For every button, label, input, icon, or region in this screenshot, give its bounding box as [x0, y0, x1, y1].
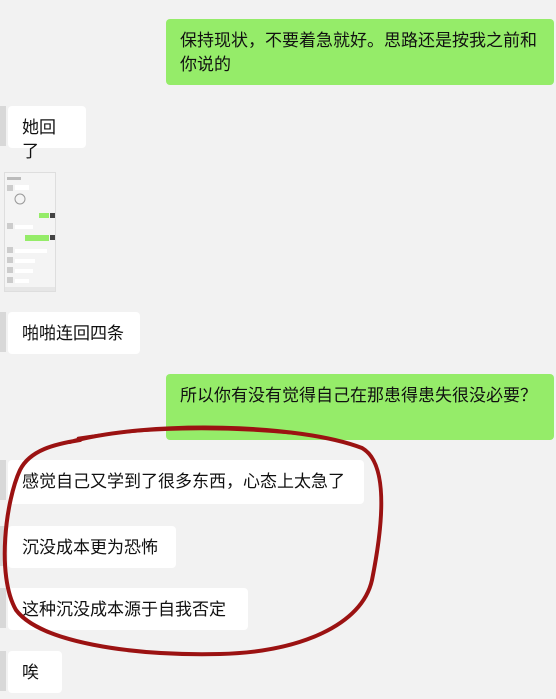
incoming-message-bubble[interactable]: 唉 — [8, 651, 62, 693]
message-text: 唉 — [22, 663, 39, 683]
outgoing-message-bubble[interactable]: 所以你有没有觉得自己在那患得患失很没必要？ — [166, 374, 554, 440]
message-text: 感觉自己又学到了很多东西，心态上太急了 — [22, 472, 345, 492]
message-text: 她回了 — [22, 118, 56, 162]
avatar[interactable] — [0, 460, 6, 500]
avatar[interactable] — [0, 651, 6, 691]
message-text: 沉没成本更为恐怖 — [22, 538, 158, 558]
avatar[interactable] — [0, 588, 6, 628]
chat-area: 保持现状，不要着急就好。思路还是按我之前和你说的 她回了 啪啪连回四条 所以你有… — [0, 0, 556, 699]
message-text: 啪啪连回四条 — [22, 324, 124, 344]
incoming-message-bubble[interactable]: 啪啪连回四条 — [8, 312, 140, 354]
message-text: 保持现状，不要着急就好。思路还是按我之前和你说的 — [180, 31, 537, 75]
incoming-message-bubble[interactable]: 这种沉没成本源于自我否定 — [8, 588, 248, 630]
incoming-message-bubble[interactable]: 她回了 — [8, 106, 86, 162]
outgoing-message-bubble[interactable]: 保持现状，不要着急就好。思路还是按我之前和你说的 — [166, 19, 554, 85]
avatar[interactable] — [0, 526, 6, 566]
incoming-message-bubble[interactable]: 感觉自己又学到了很多东西，心态上太急了 — [8, 460, 364, 504]
avatar[interactable] — [0, 106, 6, 146]
thumbnail-image — [5, 173, 55, 291]
avatar[interactable] — [0, 312, 6, 352]
chat-screenshot-thumbnail[interactable] — [4, 172, 56, 292]
incoming-message-bubble[interactable]: 沉没成本更为恐怖 — [8, 526, 176, 568]
message-text: 这种沉没成本源于自我否定 — [22, 600, 226, 620]
message-text: 所以你有没有觉得自己在那患得患失很没必要？ — [180, 386, 537, 406]
